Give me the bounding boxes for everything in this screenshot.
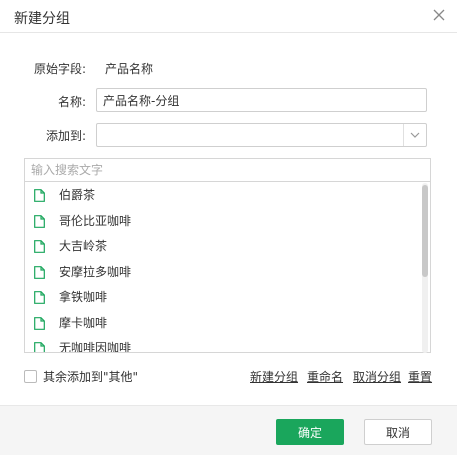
dialog-title: 新建分组: [14, 11, 70, 27]
confirm-button[interactable]: 确定: [276, 419, 344, 445]
file-icon: [34, 265, 45, 279]
cancel-group-link[interactable]: 取消分组: [353, 368, 401, 385]
file-icon: [34, 214, 45, 228]
list-search-input[interactable]: 输入搜索文字: [25, 159, 430, 182]
new-group-link[interactable]: 新建分组: [250, 368, 298, 385]
new-group-dialog: 新建分组 原始字段: 产品名称 名称: 添加到: 输入搜索文字 伯爵茶 哥伦比亚…: [0, 0, 457, 455]
list-item[interactable]: 大吉岭茶: [25, 234, 420, 260]
list-item-label: 拿铁咖啡: [59, 290, 108, 304]
name-input[interactable]: [96, 88, 427, 112]
file-icon: [34, 291, 45, 304]
cancel-button[interactable]: 取消: [364, 419, 432, 445]
rename-link[interactable]: 重命名: [307, 368, 343, 385]
list-item-label: 摩卡咖啡: [59, 315, 108, 330]
add-to-label: 添加到:: [46, 129, 87, 143]
close-icon[interactable]: [431, 7, 447, 23]
reset-link[interactable]: 重置: [408, 368, 432, 385]
add-rest-to-other-checkbox[interactable]: [24, 370, 37, 383]
list-item[interactable]: 哥伦比亚咖啡: [25, 209, 420, 235]
file-icon: [34, 240, 45, 253]
list-item-label: 伯爵茶: [59, 188, 96, 202]
field-value-list: 输入搜索文字 伯爵茶 哥伦比亚咖啡 大吉岭茶 安摩拉多咖啡 拿铁咖啡 摩卡咖啡 …: [24, 158, 431, 353]
source-field-label: 原始字段:: [34, 62, 87, 76]
dialog-footer: 确定 取消: [0, 405, 457, 455]
list-scrollbar[interactable]: [422, 183, 428, 353]
list-item[interactable]: 拿铁咖啡: [25, 285, 420, 311]
dialog-title-bar: 新建分组: [0, 0, 457, 33]
file-icon: [34, 342, 45, 352]
list-item[interactable]: 伯爵茶: [25, 183, 420, 209]
list-scrollbar-thumb[interactable]: [422, 185, 428, 277]
chevron-down-icon[interactable]: [403, 124, 426, 146]
file-icon: [34, 316, 45, 330]
name-label: 名称:: [58, 95, 87, 109]
source-field-value: 产品名称: [105, 62, 154, 76]
list-item[interactable]: 摩卡咖啡: [25, 311, 420, 337]
list-item-label: 哥伦比亚咖啡: [59, 213, 132, 228]
add-to-select[interactable]: [96, 123, 427, 147]
add-rest-to-other-label: 其余添加到"其他": [43, 370, 139, 384]
list-item-label: 无咖啡因咖啡: [59, 341, 132, 352]
list-item[interactable]: 安摩拉多咖啡: [25, 260, 420, 286]
list-item-label: 大吉岭茶: [59, 239, 108, 253]
file-icon: [34, 189, 45, 202]
list-item[interactable]: 无咖啡因咖啡: [25, 336, 420, 352]
list-item-label: 安摩拉多咖啡: [59, 264, 132, 279]
list-items: 伯爵茶 哥伦比亚咖啡 大吉岭茶 安摩拉多咖啡 拿铁咖啡 摩卡咖啡 无咖啡因咖啡: [25, 183, 420, 352]
